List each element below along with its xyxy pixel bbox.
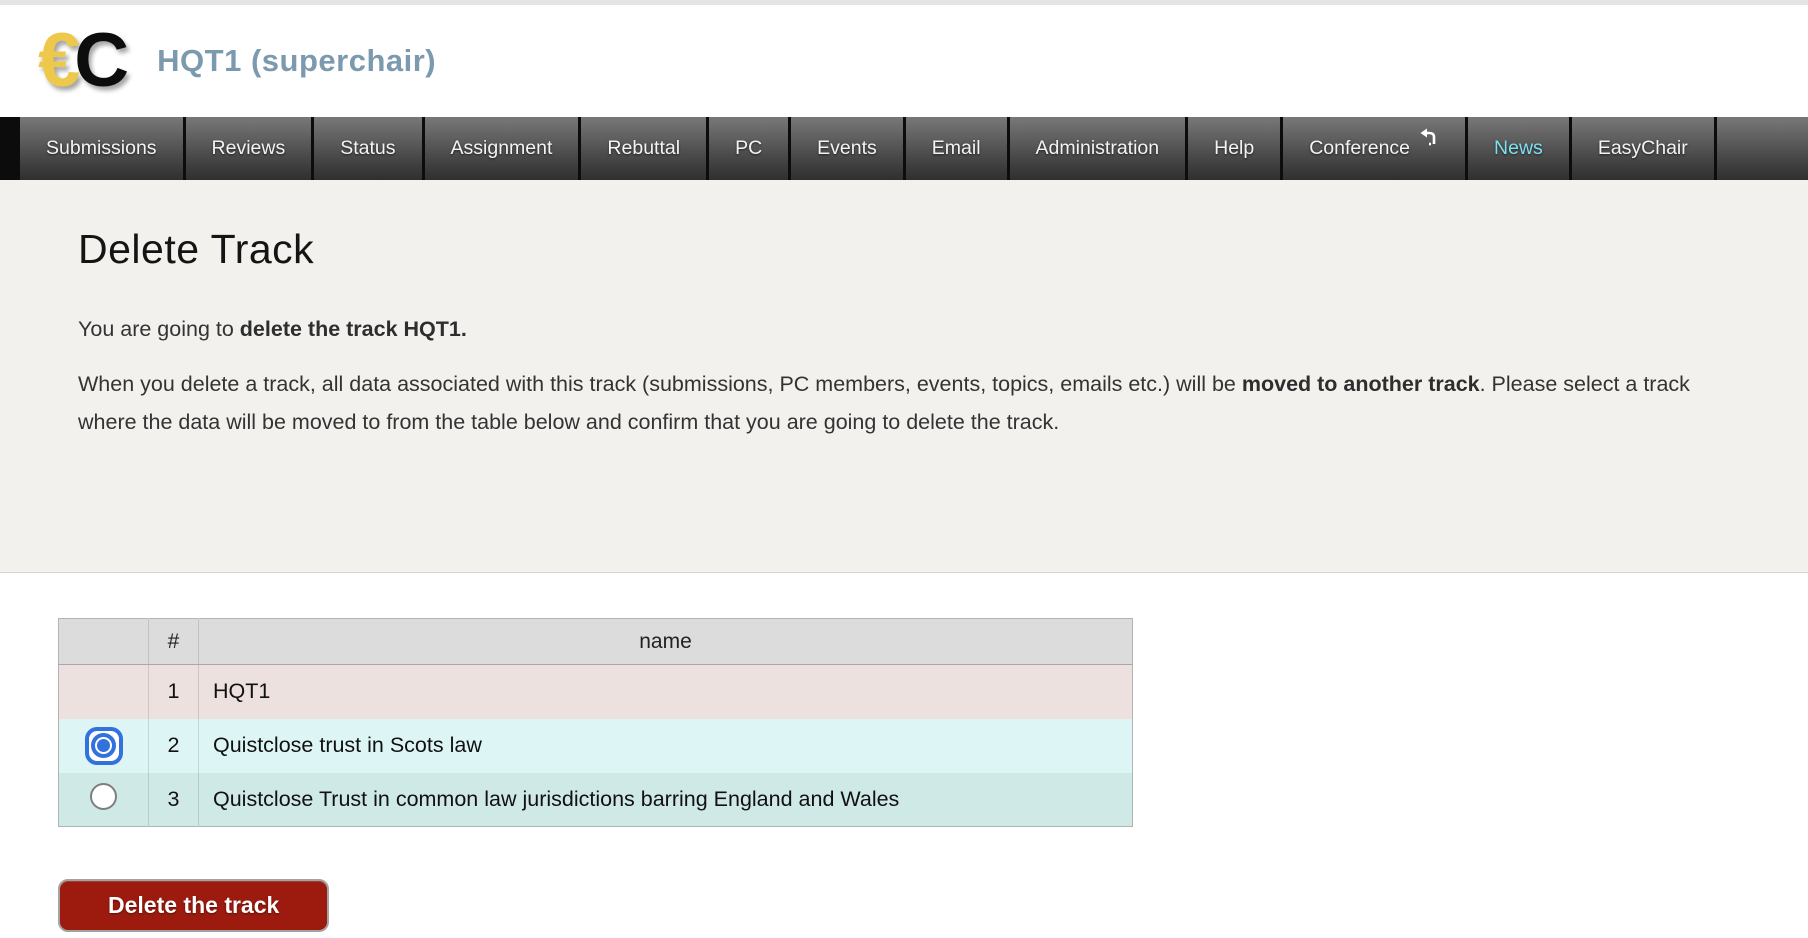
- logo-c-glyph: C: [74, 18, 123, 103]
- nav-item-status[interactable]: Status: [314, 117, 421, 180]
- track-table-section: # name 1 HQT1 2 Quistclose trust in Scot…: [0, 573, 1808, 827]
- table-row-track-2[interactable]: 2 Quistclose trust in Scots law: [59, 719, 1133, 773]
- actions-row: Delete the track: [0, 827, 1808, 932]
- nav-item-rebuttal[interactable]: Rebuttal: [581, 117, 706, 180]
- nav-item-news[interactable]: News: [1468, 117, 1569, 180]
- track-table: # name 1 HQT1 2 Quistclose trust in Scot…: [58, 618, 1133, 827]
- navbar-filler: [1717, 117, 1808, 180]
- nav-item-email[interactable]: Email: [906, 117, 1007, 180]
- nav-item-events[interactable]: Events: [791, 117, 903, 180]
- page-title: Delete Track: [78, 226, 1748, 273]
- table-header-row: # name: [59, 619, 1133, 665]
- logo-e-glyph: €: [38, 18, 74, 103]
- return-arrow-icon: [1415, 127, 1439, 155]
- nav-item-easychair[interactable]: EasyChair: [1572, 117, 1714, 180]
- delete-track-button[interactable]: Delete the track: [58, 879, 329, 932]
- track-number: 3: [149, 773, 199, 827]
- intro-bold-text: delete the track HQT1.: [240, 317, 467, 341]
- table-row-current-track: 1 HQT1: [59, 665, 1133, 719]
- radio-cell-empty: [59, 665, 149, 719]
- intro-sentence: You are going to delete the track HQT1.: [78, 317, 1748, 342]
- page-header-title: HQT1 (superchair): [157, 43, 436, 79]
- track-name: Quistclose trust in Scots law: [199, 719, 1133, 773]
- nav-item-conference[interactable]: Conference: [1283, 117, 1465, 180]
- explanation-paragraph: When you delete a track, all data associ…: [78, 366, 1748, 441]
- track-name: HQT1: [199, 665, 1133, 719]
- easychair-logo: €C: [38, 23, 123, 99]
- main-navbar: Submissions Reviews Status Assignment Re…: [0, 117, 1808, 180]
- radio-column-header: [59, 619, 149, 665]
- app-header: €C HQT1 (superchair): [0, 5, 1808, 117]
- radio-unselected[interactable]: [90, 783, 117, 810]
- nav-item-submissions[interactable]: Submissions: [20, 117, 183, 180]
- nav-item-reviews[interactable]: Reviews: [186, 117, 312, 180]
- nav-item-assignment[interactable]: Assignment: [425, 117, 579, 180]
- nav-item-pc[interactable]: PC: [709, 117, 788, 180]
- track-name: Quistclose Trust in common law jurisdict…: [199, 773, 1133, 827]
- track-number: 2: [149, 719, 199, 773]
- number-column-header: #: [149, 619, 199, 665]
- moved-bold-text: moved to another track: [1242, 372, 1480, 396]
- nav-item-administration[interactable]: Administration: [1010, 117, 1186, 180]
- table-row-track-3[interactable]: 3 Quistclose Trust in common law jurisdi…: [59, 773, 1133, 827]
- intro-panel: Delete Track You are going to delete the…: [0, 180, 1808, 573]
- radio-selected[interactable]: [85, 727, 123, 765]
- track-number: 1: [149, 665, 199, 719]
- nav-item-help[interactable]: Help: [1188, 117, 1280, 180]
- name-column-header: name: [199, 619, 1133, 665]
